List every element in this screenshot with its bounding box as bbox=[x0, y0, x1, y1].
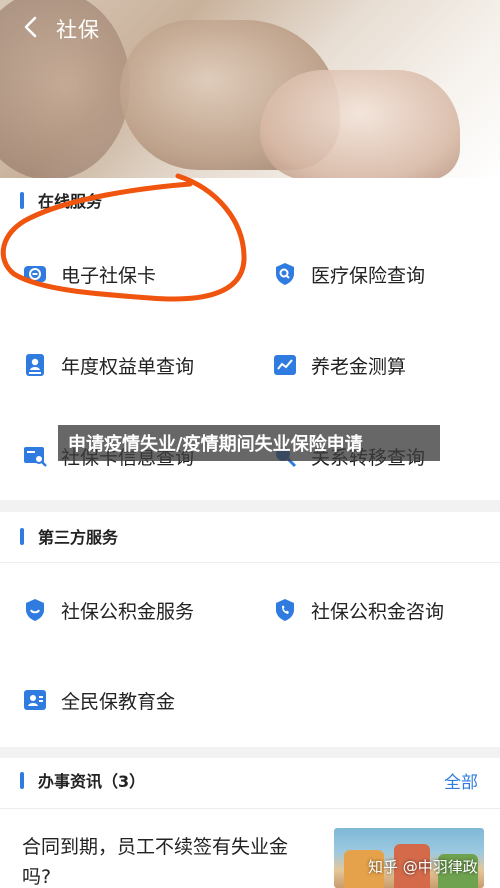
section-accent-bar bbox=[20, 191, 24, 209]
service-label: 医疗保险查询 bbox=[311, 264, 426, 287]
divider bbox=[0, 808, 500, 809]
service-label: 电子社保卡 bbox=[61, 264, 157, 287]
watermark: 知乎 @中羽律政 bbox=[368, 858, 478, 876]
hero-image-hand bbox=[260, 70, 460, 178]
service-item-medical-insurance[interactable]: 医疗保险查询 bbox=[272, 249, 425, 299]
divider bbox=[0, 562, 500, 563]
person-doc-icon bbox=[22, 352, 48, 378]
top-bar: 社保 bbox=[0, 0, 500, 56]
service-label: 全民保教育金 bbox=[61, 690, 176, 713]
service-item-annual-statement[interactable]: 年度权益单查询 bbox=[22, 340, 194, 390]
shield-smile-icon bbox=[22, 597, 48, 623]
service-item-fund-service[interactable]: 社保公积金服务 bbox=[22, 585, 194, 635]
chart-icon bbox=[272, 352, 298, 378]
third-party-card: 第三方服务 社保公积金服务 社保公积金咨询 全民保教育金 bbox=[0, 512, 500, 747]
card-search-icon bbox=[22, 443, 48, 469]
news-item-title[interactable]: 合同到期，员工不续签有失业金吗? bbox=[22, 832, 312, 888]
service-label: 年度权益单查询 bbox=[61, 355, 195, 378]
service-item-pension-calc[interactable]: 养老金测算 bbox=[272, 340, 406, 390]
section-title: 在线服务 bbox=[38, 192, 103, 211]
section-accent-bar bbox=[20, 771, 24, 789]
back-button[interactable] bbox=[16, 12, 46, 42]
service-label: 社保公积金服务 bbox=[61, 600, 195, 623]
service-label: 养老金测算 bbox=[311, 355, 407, 378]
service-item-fund-consult[interactable]: 社保公积金咨询 bbox=[272, 585, 444, 635]
shield-phone-icon bbox=[272, 597, 298, 623]
person-card-icon bbox=[22, 687, 48, 713]
service-item-e-card[interactable]: 电子社保卡 bbox=[22, 249, 156, 299]
section-header: 第三方服务 bbox=[0, 516, 500, 556]
section-header: 在线服务 bbox=[0, 180, 500, 220]
section-accent-bar bbox=[20, 527, 24, 545]
shield-search-icon bbox=[272, 261, 298, 287]
chevron-left-icon bbox=[24, 16, 37, 38]
section-title: 办事资讯（3） bbox=[38, 772, 146, 791]
service-item-education-fund[interactable]: 全民保教育金 bbox=[22, 675, 175, 725]
overlay-caption: 申请疫情失业/疫情期间失业保险申请 bbox=[58, 425, 440, 461]
view-all-link[interactable]: 全部 bbox=[444, 768, 478, 793]
section-title: 第三方服务 bbox=[38, 528, 119, 547]
social-card-icon bbox=[22, 261, 48, 287]
section-header: 办事资讯（3） 全部 bbox=[0, 760, 500, 800]
service-label: 社保公积金咨询 bbox=[311, 600, 445, 623]
page-title: 社保 bbox=[56, 18, 100, 42]
